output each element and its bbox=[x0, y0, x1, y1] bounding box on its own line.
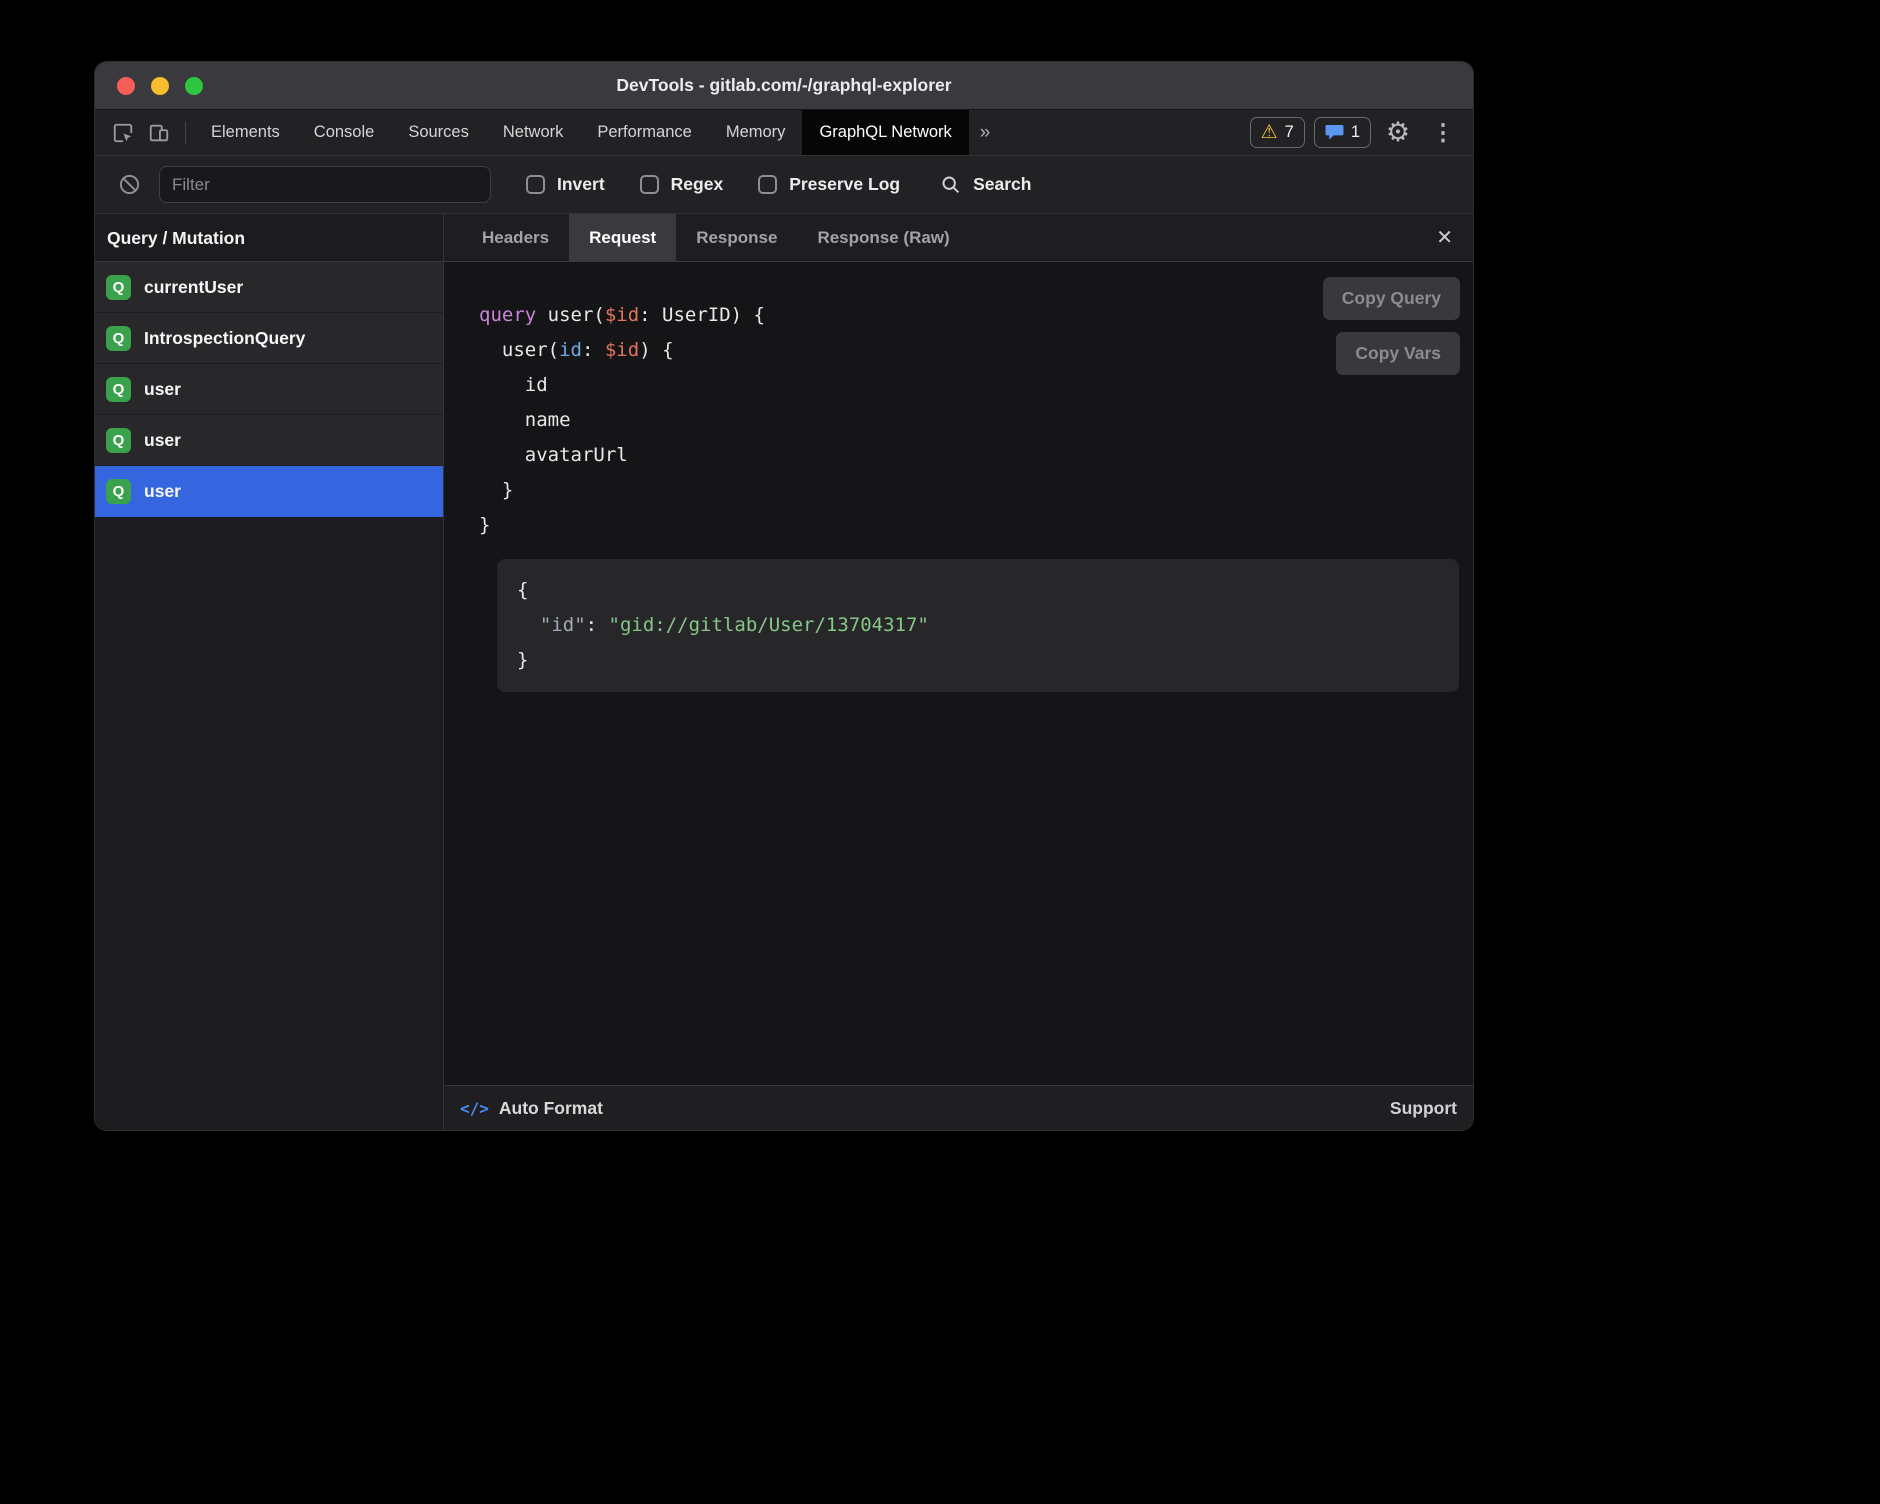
filter-input[interactable] bbox=[159, 166, 491, 203]
query-name: user bbox=[144, 379, 181, 400]
query-type-badge: Q bbox=[106, 275, 131, 300]
settings-gear-icon[interactable]: ⚙ bbox=[1380, 117, 1416, 148]
detail-tabs: HeadersRequestResponseResponse (Raw) bbox=[462, 214, 970, 261]
invert-checkbox-box[interactable] bbox=[526, 175, 545, 194]
speech-bubble-icon bbox=[1325, 124, 1344, 141]
network-filter-toolbar: Invert Regex Preserve Log Search bbox=[95, 155, 1473, 214]
query-list-item[interactable]: Q IntrospectionQuery bbox=[95, 313, 443, 364]
code-line: "id": "gid://gitlab/User/13704317" bbox=[517, 608, 1439, 643]
detail-footer: </> Auto Format Support bbox=[444, 1085, 1473, 1130]
preserve-log-label: Preserve Log bbox=[789, 174, 900, 195]
issues-badge[interactable]: 1 bbox=[1314, 117, 1371, 148]
devtools-tab-graphql-network[interactable]: GraphQL Network bbox=[802, 110, 968, 155]
clear-requests-icon[interactable] bbox=[111, 173, 147, 196]
query-list-item[interactable]: QcurrentUser bbox=[95, 262, 443, 313]
query-name: IntrospectionQuery bbox=[144, 328, 305, 349]
devtools-tabs: ElementsConsoleSourcesNetworkPerformance… bbox=[194, 110, 969, 155]
devtools-tab-console[interactable]: Console bbox=[297, 110, 392, 155]
devtools-tab-memory[interactable]: Memory bbox=[709, 110, 803, 155]
query-list-item[interactable]: Quser bbox=[95, 415, 443, 466]
request-content: Copy Query Copy Vars query user($id: Use… bbox=[444, 262, 1473, 1085]
invert-label: Invert bbox=[557, 174, 605, 195]
query-code-area: query user($id: UserID) { user(id: $id) … bbox=[444, 262, 1473, 692]
inspect-element-icon[interactable] bbox=[105, 110, 141, 155]
devtools-tabbar: ElementsConsoleSourcesNetworkPerformance… bbox=[95, 110, 1473, 155]
detail-tab-headers[interactable]: Headers bbox=[462, 214, 569, 261]
regex-checkbox-box[interactable] bbox=[640, 175, 659, 194]
query-type-badge: Q bbox=[106, 479, 131, 504]
preserve-log-checkbox-box[interactable] bbox=[758, 175, 777, 194]
search-icon bbox=[940, 174, 961, 195]
graphql-variables-code: { "id": "gid://gitlab/User/13704317"} bbox=[517, 573, 1439, 678]
sidebar-header: Query / Mutation bbox=[95, 214, 443, 262]
query-variables-box: { "id": "gid://gitlab/User/13704317"} bbox=[497, 559, 1459, 692]
titlebar: DevTools - gitlab.com/-/graphql-explorer bbox=[95, 62, 1473, 110]
devtools-tab-elements[interactable]: Elements bbox=[194, 110, 297, 155]
devtools-tab-performance[interactable]: Performance bbox=[580, 110, 708, 155]
query-name: user bbox=[144, 481, 181, 502]
query-list: QcurrentUserQIntrospectionQueryQuserQuse… bbox=[95, 262, 443, 517]
auto-format-label: Auto Format bbox=[499, 1098, 603, 1119]
issues-count: 1 bbox=[1351, 123, 1360, 142]
desktop-background: DevTools - gitlab.com/-/graphql-explorer… bbox=[0, 0, 1880, 1504]
search-label: Search bbox=[973, 174, 1031, 195]
code-line: } bbox=[479, 508, 1473, 543]
query-type-badge: Q bbox=[106, 326, 131, 351]
devtools-tab-network[interactable]: Network bbox=[486, 110, 581, 155]
query-list-item[interactable]: Quser bbox=[95, 466, 443, 517]
regex-label: Regex bbox=[671, 174, 724, 195]
query-type-badge: Q bbox=[106, 428, 131, 453]
query-name: user bbox=[144, 430, 181, 451]
checkbox-regex[interactable]: Regex bbox=[640, 174, 724, 195]
detail-tabbar: HeadersRequestResponseResponse (Raw) ✕ bbox=[444, 214, 1473, 262]
device-toolbar-icon[interactable] bbox=[141, 110, 177, 155]
checkbox-invert[interactable]: Invert bbox=[526, 174, 605, 195]
request-detail-panel: HeadersRequestResponseResponse (Raw) ✕ C… bbox=[444, 214, 1473, 1130]
detail-tab-request[interactable]: Request bbox=[569, 214, 676, 261]
copy-buttons: Copy Query Copy Vars bbox=[1323, 277, 1460, 375]
close-window-button[interactable] bbox=[117, 77, 135, 95]
checkbox-preserve-log[interactable]: Preserve Log bbox=[758, 174, 900, 195]
filter-checkboxes: Invert Regex Preserve Log bbox=[491, 174, 900, 195]
main-split: Query / Mutation QcurrentUserQIntrospect… bbox=[95, 214, 1473, 1130]
query-sidebar: Query / Mutation QcurrentUserQIntrospect… bbox=[95, 214, 444, 1130]
tabbar-right-group: ⚠ 7 1 ⚙ ⋮ bbox=[1250, 110, 1473, 155]
code-brackets-icon: </> bbox=[460, 1099, 489, 1118]
more-options-icon[interactable]: ⋮ bbox=[1425, 119, 1461, 146]
window-title: DevTools - gitlab.com/-/graphql-explorer bbox=[616, 75, 951, 96]
traffic-lights bbox=[117, 77, 203, 95]
search-toggle[interactable]: Search bbox=[940, 174, 1031, 195]
warnings-badge[interactable]: ⚠ 7 bbox=[1250, 117, 1305, 148]
code-line: } bbox=[517, 643, 1439, 678]
warning-count: 7 bbox=[1285, 123, 1294, 142]
query-list-item[interactable]: Quser bbox=[95, 364, 443, 415]
code-line: avatarUrl bbox=[479, 438, 1473, 473]
devtools-tab-sources[interactable]: Sources bbox=[391, 110, 486, 155]
close-panel-icon[interactable]: ✕ bbox=[1416, 225, 1473, 250]
query-type-badge: Q bbox=[106, 377, 131, 402]
detail-tab-response[interactable]: Response bbox=[676, 214, 797, 261]
auto-format-button[interactable]: </> Auto Format bbox=[460, 1098, 603, 1119]
warning-icon: ⚠ bbox=[1261, 123, 1278, 142]
minimize-window-button[interactable] bbox=[151, 77, 169, 95]
code-line: { bbox=[517, 573, 1439, 608]
support-link[interactable]: Support bbox=[1390, 1098, 1457, 1119]
devtools-window: DevTools - gitlab.com/-/graphql-explorer… bbox=[95, 62, 1473, 1130]
copy-vars-button[interactable]: Copy Vars bbox=[1336, 332, 1460, 375]
detail-tab-response-raw[interactable]: Response (Raw) bbox=[797, 214, 969, 261]
query-name: currentUser bbox=[144, 277, 243, 298]
zoom-window-button[interactable] bbox=[185, 77, 203, 95]
toolbar-divider bbox=[185, 122, 186, 144]
code-line: name bbox=[479, 403, 1473, 438]
code-line: } bbox=[479, 473, 1473, 508]
copy-query-button[interactable]: Copy Query bbox=[1323, 277, 1460, 320]
more-tabs-chevron-icon[interactable]: » bbox=[969, 110, 1002, 155]
